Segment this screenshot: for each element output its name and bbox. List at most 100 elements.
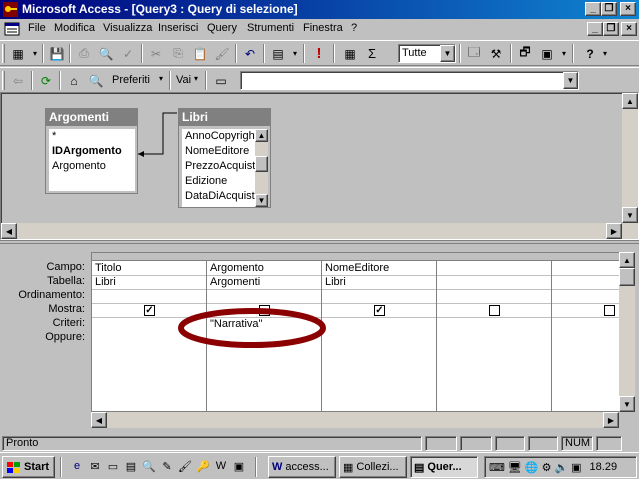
toolbar-grip[interactable] (2, 44, 5, 63)
refresh-icon[interactable]: ⟳ (36, 71, 56, 90)
grid-criteri[interactable] (92, 317, 207, 411)
tray-icon[interactable]: ⚙ (542, 461, 552, 474)
grid-campo[interactable]: Titolo (92, 261, 207, 275)
grid-campo[interactable] (552, 261, 620, 275)
show-checkbox[interactable] (604, 305, 615, 316)
word-icon[interactable]: W (213, 458, 229, 474)
field-item[interactable]: DataDiAcquisto (182, 189, 255, 204)
new-object-icon[interactable]: ▣ (537, 44, 557, 63)
table-title[interactable]: Libri (179, 109, 270, 126)
field-item-key[interactable]: IDArgomento (49, 144, 135, 159)
grid-tabella[interactable]: Libri (322, 275, 437, 289)
tray-icon[interactable]: ▣ (571, 461, 581, 474)
field-item[interactable]: Edizione (182, 174, 255, 189)
run-icon[interactable]: ! (309, 44, 329, 63)
field-list-scrollbar[interactable]: ▲ ▼ (255, 129, 268, 207)
help-dropdown-icon[interactable]: ▾ (600, 44, 610, 63)
grid-campo[interactable]: Argomento (207, 261, 322, 275)
chevron-down-icon[interactable]: ▼ (440, 45, 455, 62)
print-icon[interactable]: ⎙ (74, 44, 94, 63)
grid-ordinamento[interactable] (322, 289, 437, 303)
table-pane[interactable]: Argomenti * IDArgomento Argomento Libri … (0, 92, 639, 240)
start-button[interactable]: Start (2, 456, 55, 478)
view-icon[interactable]: ▦ (8, 44, 28, 63)
search-web-icon[interactable]: 🔍 (86, 71, 106, 90)
scroll-up-icon[interactable]: ▲ (622, 93, 638, 109)
tray-icon[interactable]: 🌐 (525, 461, 539, 474)
table-title[interactable]: Argomenti (46, 109, 137, 126)
top-values-combo[interactable]: Tutte ▼ (398, 44, 456, 63)
scroll-right-icon[interactable]: ▶ (603, 412, 619, 428)
scroll-left-icon[interactable]: ◀ (1, 223, 17, 239)
menu-help[interactable]: ? (351, 22, 357, 34)
field-item[interactable]: PrezzoAcquisto (182, 159, 255, 174)
favorites-button[interactable]: Preferiti (112, 74, 150, 86)
grid-ordinamento[interactable] (92, 289, 207, 303)
grid-criteri[interactable] (437, 317, 552, 411)
show-table-icon[interactable]: ▦ (340, 44, 360, 63)
grid-body[interactable]: Titolo Libri ✓ Argomento Argomenti "Narr… (91, 252, 621, 412)
query-type-icon[interactable]: ▤ (268, 44, 288, 63)
taskbar-button-access[interactable]: Waccess... (268, 456, 336, 478)
field-item[interactable]: Argomento (49, 159, 135, 174)
menu-inserisci[interactable]: Inserisci (158, 22, 198, 34)
grid-criteri[interactable] (552, 317, 620, 411)
taskbar-button-query[interactable]: ▤ Quer... (410, 456, 478, 478)
paint-icon[interactable]: 🖌 (177, 458, 193, 474)
print-preview-icon[interactable]: 🔍 (96, 44, 116, 63)
show-only-web-toolbar-icon[interactable]: ▭ (211, 71, 231, 90)
menu-query[interactable]: Query (207, 22, 237, 34)
scroll-up-icon[interactable]: ▲ (255, 129, 268, 142)
column-selectors[interactable] (92, 253, 620, 261)
table-pane-hscroll[interactable]: ◀ ▶ (1, 223, 622, 239)
doc-close-button[interactable]: × (621, 22, 637, 36)
table-libri[interactable]: Libri AnnoCopyright NomeEditore PrezzoAc… (178, 108, 271, 208)
minimize-button[interactable]: _ (585, 2, 601, 16)
menu-modifica[interactable]: Modifica (54, 22, 95, 34)
cut-icon[interactable]: ✂ (146, 44, 166, 63)
go-button[interactable]: Vai (176, 74, 191, 86)
scroll-down-icon[interactable]: ▼ (619, 396, 635, 412)
scroll-down-icon[interactable]: ▼ (255, 194, 268, 207)
grid-criteri[interactable] (322, 317, 437, 411)
grid-tabella[interactable] (437, 275, 552, 289)
show-checkbox[interactable] (259, 305, 270, 316)
scroll-right-icon[interactable]: ▶ (606, 223, 622, 239)
grid-vscroll[interactable]: ▲ ▼ (619, 252, 635, 412)
access-icon[interactable]: 🔑 (195, 458, 211, 474)
clock[interactable]: 18.29 (590, 461, 618, 473)
scroll-down-icon[interactable]: ▼ (622, 207, 638, 223)
help-icon[interactable]: ? (580, 44, 600, 63)
chevron-down-icon[interactable]: ▼ (563, 72, 578, 89)
outlook-express-icon[interactable]: ✉ (87, 458, 103, 474)
scroll-left-icon[interactable]: ◀ (91, 412, 107, 428)
scroll-up-icon[interactable]: ▲ (619, 252, 635, 268)
back-icon[interactable]: ⇦ (8, 71, 28, 90)
properties-icon[interactable]: 🗔 (464, 44, 484, 63)
notepad-icon[interactable]: ✎ (159, 458, 175, 474)
field-item[interactable]: AnnoCopyright (182, 129, 255, 144)
doc-restore-button[interactable]: ❐ (603, 22, 619, 36)
show-checkbox[interactable]: ✓ (144, 305, 155, 316)
show-desktop-icon[interactable]: ▭ (105, 458, 121, 474)
build-icon[interactable]: ⚒ (486, 44, 506, 63)
save-icon[interactable]: 💾 (47, 44, 67, 63)
menu-file[interactable]: File (28, 22, 46, 34)
paste-icon[interactable]: 📋 (190, 44, 210, 63)
tray-icon[interactable]: 🖥 (508, 461, 522, 474)
home-icon[interactable]: ⌂ (64, 71, 84, 90)
show-checkbox[interactable]: ✓ (374, 305, 385, 316)
query-window-icon[interactable] (4, 21, 20, 37)
table-argomenti[interactable]: Argomenti * IDArgomento Argomento (45, 108, 138, 194)
go-dropdown-icon[interactable]: ▾ (194, 74, 198, 83)
scroll-thumb[interactable] (619, 268, 635, 286)
quick-launch-icon[interactable]: ▣ (231, 458, 247, 474)
internet-explorer-icon[interactable]: e (69, 458, 85, 474)
maximize-button[interactable]: ❐ (601, 2, 617, 16)
grid-tabella[interactable]: Argomenti (207, 275, 322, 289)
grid-tabella[interactable]: Libri (92, 275, 207, 289)
grid-ordinamento[interactable] (552, 289, 620, 303)
undo-icon[interactable]: ↶ (240, 44, 260, 63)
totals-icon[interactable]: Σ (362, 44, 382, 63)
title-bar[interactable]: Microsoft Access - [Query3 : Query di se… (0, 0, 639, 19)
